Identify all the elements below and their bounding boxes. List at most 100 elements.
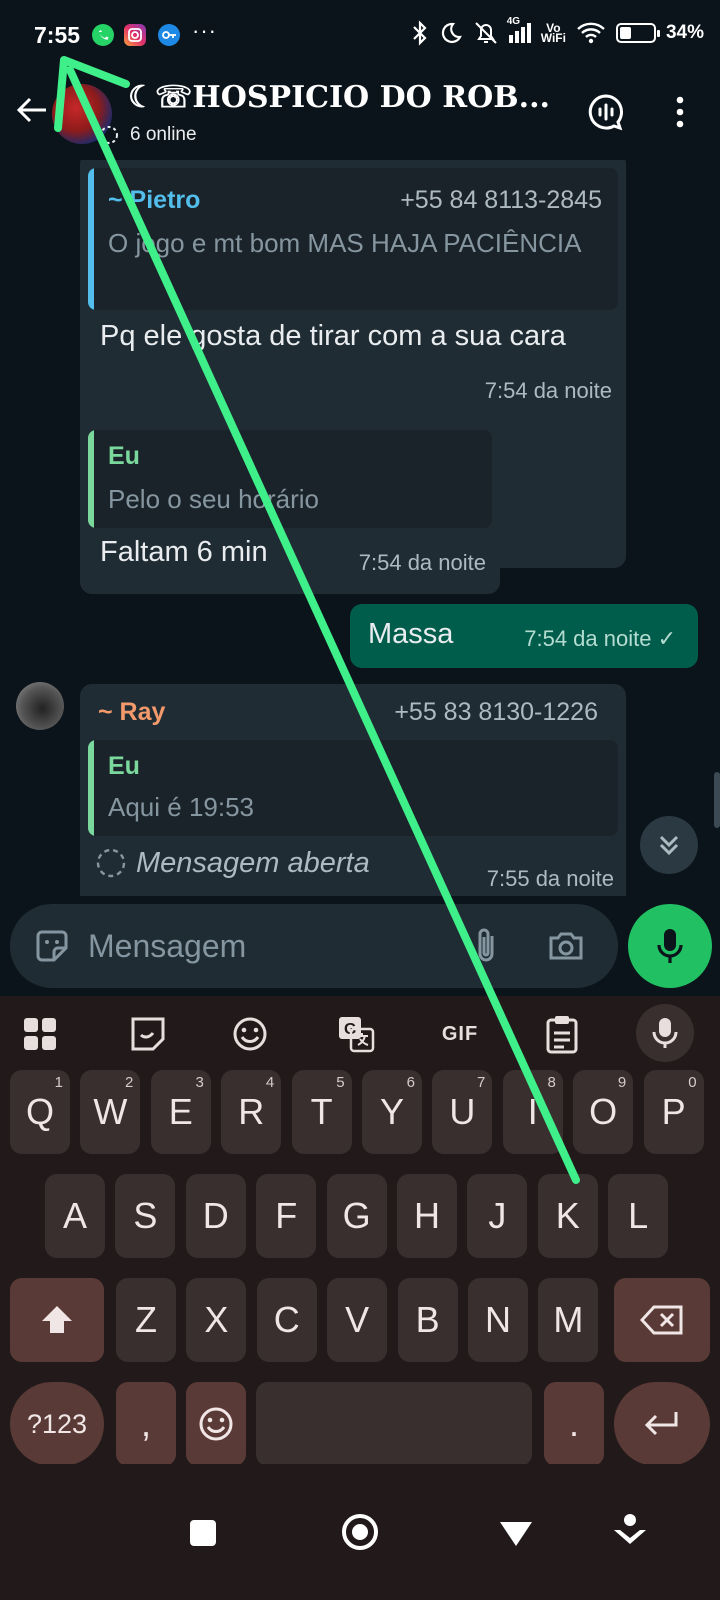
key-g[interactable]: G <box>326 1174 387 1258</box>
key-label: D <box>202 1195 229 1236</box>
sender-name[interactable]: ~ Ray <box>98 698 165 727</box>
key-h[interactable]: H <box>397 1174 457 1258</box>
symbols-label: ?123 <box>26 1408 88 1439</box>
moon-icon <box>441 22 462 44</box>
scroll-to-bottom-button[interactable] <box>640 816 698 874</box>
key-b[interactable]: B <box>397 1278 458 1362</box>
quote-author: ~ Pietro <box>108 186 201 214</box>
translate-icon[interactable]: G <box>334 1014 378 1054</box>
back-nav-button[interactable] <box>500 1522 532 1546</box>
key-q[interactable]: Q1 <box>10 1070 70 1154</box>
emoji-icon[interactable] <box>228 1014 272 1054</box>
clipboard-icon[interactable] <box>540 1014 584 1054</box>
backspace-key[interactable] <box>614 1278 710 1362</box>
camera-icon[interactable] <box>546 926 586 966</box>
gif-label: GIF <box>441 1022 479 1045</box>
key-label: B <box>415 1299 440 1340</box>
quoted-message[interactable]: Eu Aqui é 19:53 <box>88 740 618 836</box>
period-key[interactable]: . <box>544 1382 604 1466</box>
comma-label: , <box>140 1403 151 1444</box>
key-d[interactable]: D <box>185 1174 246 1258</box>
key-label: U <box>449 1091 476 1132</box>
key-p[interactable]: P0 <box>643 1070 704 1154</box>
status-bar: 7:55 ··· 4G Vo WiFi 34% <box>0 0 720 72</box>
key-u[interactable]: U7 <box>432 1070 493 1154</box>
enter-key[interactable] <box>614 1382 710 1466</box>
quoted-message[interactable]: Eu Pelo o seu horário <box>88 430 492 528</box>
key-k[interactable]: K <box>537 1174 598 1258</box>
message-bubble[interactable]: ~ Ray +55 83 8130-1226 Eu Aqui é 19:53 M… <box>80 684 626 896</box>
message-input[interactable]: Mensagem <box>10 904 618 988</box>
voice-chat-button[interactable] <box>582 88 630 136</box>
key-label: I <box>527 1091 538 1132</box>
key-label: M <box>553 1299 584 1340</box>
symbols-key[interactable]: ?123 <box>10 1382 104 1466</box>
key-label: H <box>414 1195 440 1236</box>
key-r[interactable]: R4 <box>221 1070 282 1154</box>
scrollbar-thumb[interactable] <box>714 772 720 828</box>
key-label: O <box>589 1091 618 1132</box>
key-y[interactable]: Y6 <box>362 1070 422 1154</box>
backspace-icon <box>640 1305 683 1335</box>
gif-button[interactable]: GIF <box>432 1014 488 1054</box>
emoji-key[interactable] <box>186 1382 246 1466</box>
key-hint: 6 <box>406 1074 415 1091</box>
key-w[interactable]: W2 <box>80 1070 141 1154</box>
key-v[interactable]: V <box>327 1278 388 1362</box>
outgoing-message-bubble[interactable]: Massa 7:54 da noite ✓ <box>350 604 698 668</box>
key-o[interactable]: O9 <box>573 1070 634 1154</box>
back-button[interactable] <box>12 90 52 130</box>
sticker-icon[interactable] <box>126 1014 170 1054</box>
message-bubble[interactable]: Eu Pelo o seu horário Faltam 6 min 7:54 … <box>80 422 500 594</box>
menu-button[interactable] <box>656 88 704 136</box>
navigation-bar <box>0 1464 720 1600</box>
microphone-icon <box>657 929 683 963</box>
attach-icon[interactable] <box>468 924 504 968</box>
signal-4g-icon: 4G <box>507 17 531 43</box>
key-i[interactable]: I8 <box>502 1070 563 1154</box>
message-time: 7:54 da noite <box>484 378 612 403</box>
message-list[interactable]: ~ Pietro +55 84 8113-2845 O jogo e mt bo… <box>0 160 720 896</box>
keyboard: G GIF Q1W2E3R4T5Y6U7I8O9P0 ASDFGHJKL ZXC… <box>0 996 720 1466</box>
key-label: G <box>342 1195 371 1236</box>
shift-key[interactable] <box>10 1278 104 1362</box>
comma-key[interactable]: , <box>116 1382 176 1466</box>
keyboard-hide-icon[interactable] <box>612 1512 648 1552</box>
key-z[interactable]: Z <box>116 1278 176 1362</box>
voice-input-icon[interactable] <box>636 1004 694 1062</box>
key-hint: 4 <box>265 1074 275 1091</box>
view-once-message[interactable]: Mensagem aberta <box>94 846 370 880</box>
recents-button[interactable] <box>190 1520 216 1546</box>
key-f[interactable]: F <box>256 1174 317 1258</box>
key-t[interactable]: T5 <box>291 1070 352 1154</box>
sticker-icon[interactable] <box>32 926 72 966</box>
voice-record-button[interactable] <box>628 904 712 988</box>
quote-text: Aqui é 19:53 <box>108 792 255 822</box>
key-a[interactable]: A <box>45 1174 105 1258</box>
key-j[interactable]: J <box>467 1174 528 1258</box>
quoted-message[interactable]: ~ Pietro +55 84 8113-2845 O jogo e mt bo… <box>88 168 618 310</box>
home-button[interactable] <box>342 1514 378 1550</box>
apps-grid-icon[interactable] <box>18 1014 62 1054</box>
vowifi-icon: Vo WiFi <box>541 22 566 44</box>
group-subtitle: 6 online <box>98 124 197 146</box>
key-n[interactable]: N <box>468 1278 528 1362</box>
key-e[interactable]: E3 <box>150 1070 211 1154</box>
view-once-icon <box>96 848 126 878</box>
group-title[interactable]: ☾☏HOSPICIO DO ROB... <box>128 80 558 115</box>
key-s[interactable]: S <box>115 1174 176 1258</box>
status-time: 7:55 <box>34 22 81 48</box>
key-x[interactable]: X <box>186 1278 247 1362</box>
key-m[interactable]: M <box>538 1278 599 1362</box>
key-label: P <box>661 1091 686 1132</box>
key-l[interactable]: L <box>608 1174 669 1258</box>
vpn-key-icon <box>158 24 180 46</box>
space-key[interactable] <box>256 1382 532 1466</box>
shift-icon <box>42 1306 72 1333</box>
wifi-icon <box>577 22 605 44</box>
key-c[interactable]: C <box>256 1278 317 1362</box>
key-hint: 9 <box>617 1074 627 1091</box>
sender-avatar[interactable] <box>16 682 64 730</box>
instagram-icon <box>124 24 146 46</box>
key-hint: 3 <box>195 1074 204 1091</box>
